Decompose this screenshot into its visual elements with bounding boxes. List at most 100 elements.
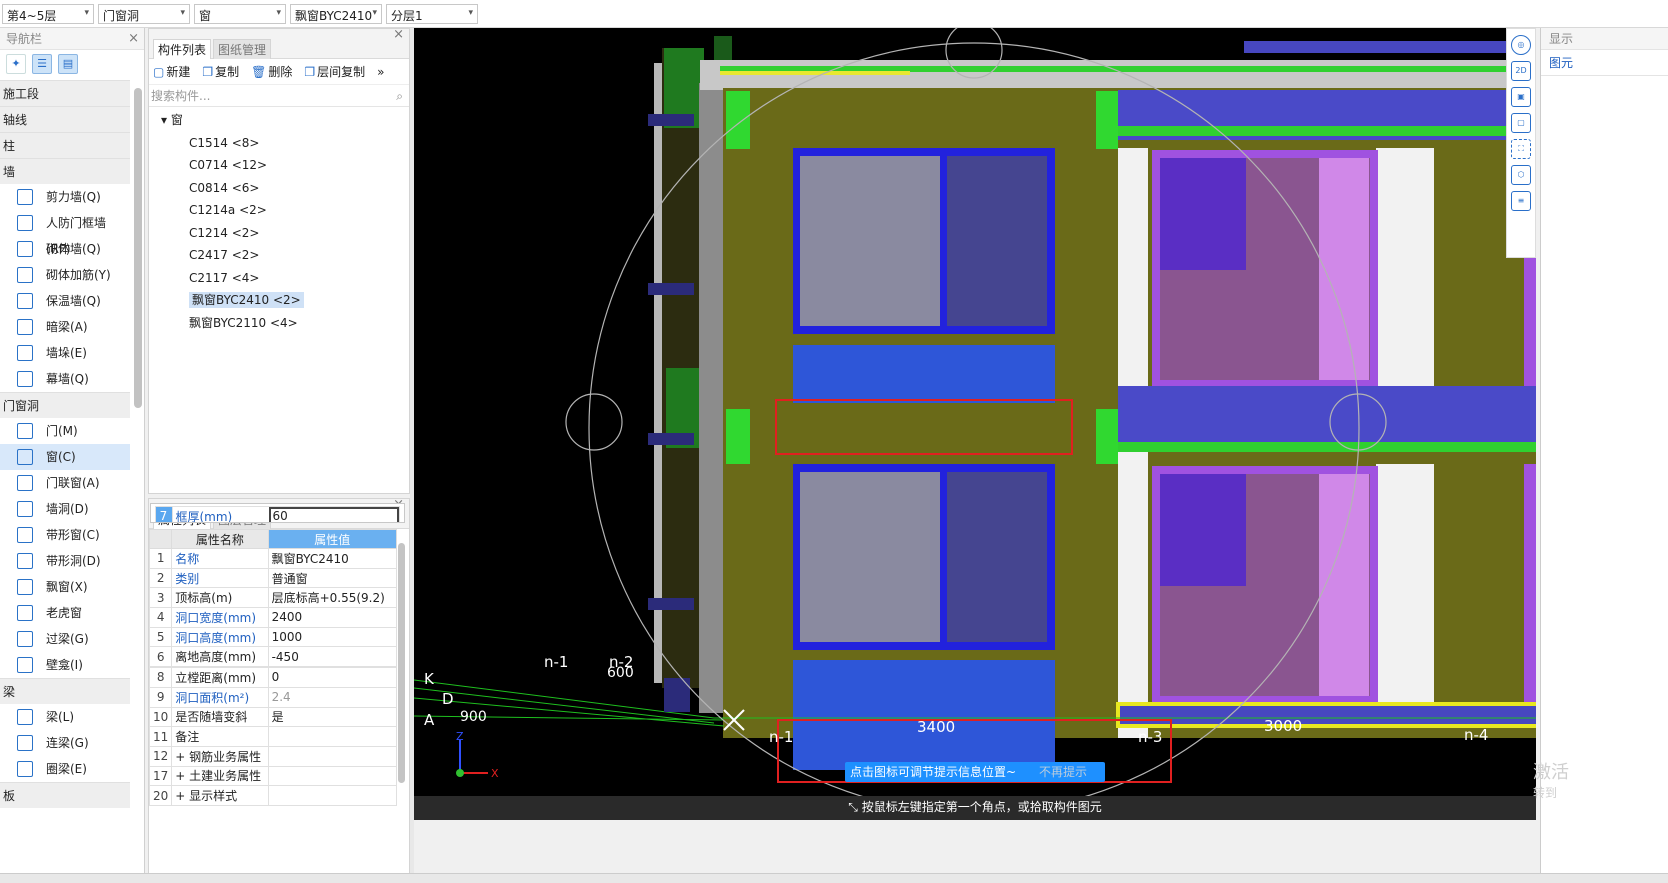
property-row[interactable]: 20 + 显示样式	[149, 785, 398, 806]
nav-item-wall[interactable]: 墙垛(E)	[0, 340, 130, 366]
nav-group[interactable]: 门窗洞	[0, 392, 130, 418]
delete-button[interactable]: 🗑 删除	[251, 59, 292, 84]
category-select[interactable]: 门窗洞 ▾	[98, 4, 190, 24]
nav-item-opening[interactable]: 飘窗(X)	[0, 574, 130, 600]
nav-item-wall[interactable]: 砌体加筋(Y)	[0, 262, 130, 288]
property-row[interactable]: 12 + 钢筋业务属性	[149, 745, 398, 767]
nav-item-opening[interactable]: 门(M)	[0, 418, 130, 444]
tree-item[interactable]: C2117 <4>	[149, 267, 409, 290]
nav-item-beam[interactable]: 梁(L)	[0, 704, 130, 730]
wall-type-icon	[17, 371, 33, 387]
tree-item[interactable]: 飘窗BYC2410 <2>	[149, 289, 409, 312]
tree-item[interactable]: 飘窗BYC2110 <4>	[149, 312, 409, 335]
tab-component-list[interactable]: 构件列表	[153, 39, 212, 59]
property-value[interactable]: 普通窗	[267, 567, 398, 589]
display-settings-icon[interactable]: ≡	[1511, 191, 1531, 211]
tab-elements[interactable]: 图元	[1541, 50, 1668, 76]
nav-item-beam[interactable]: 圈梁(E)	[0, 756, 130, 782]
property-value[interactable]: 60	[268, 506, 400, 522]
property-value[interactable]: 1000	[267, 626, 398, 648]
tree-item[interactable]: C0814 <6>	[149, 177, 409, 200]
nav-group[interactable]: 梁	[0, 678, 130, 704]
nav-item-wall[interactable]: 暗梁(A)	[0, 314, 130, 340]
nav-group[interactable]: 板	[0, 782, 130, 808]
property-row[interactable]: 8 立樘距离(mm) 0	[149, 667, 398, 688]
component-select[interactable]: 飘窗BYC2410 ▾	[290, 4, 382, 24]
component-search-input[interactable]: 搜索构件... ⌕	[149, 85, 409, 107]
layer-select[interactable]: 分层1 ▾	[386, 4, 478, 24]
property-row[interactable]: 4 洞口宽度(mm) 2400	[149, 607, 398, 628]
property-value[interactable]	[267, 765, 398, 787]
detail-view-icon[interactable]: ▤	[58, 54, 78, 74]
chevron-down-icon: ▾	[180, 8, 185, 18]
tree-root-window[interactable]: ▾ 窗	[149, 109, 409, 132]
type-select[interactable]: 窗 ▾	[194, 4, 286, 24]
search-icon[interactable]: ⌕	[396, 85, 403, 107]
floor-copy-button[interactable]: ❐ 层间复制	[304, 59, 365, 84]
nav-item-wall[interactable]: 剪力墙(Q)	[0, 184, 130, 210]
pin-icon[interactable]: ✦	[6, 54, 26, 74]
nav-item-opening[interactable]: 窗(C)	[0, 444, 130, 470]
copy-button[interactable]: ❐ 复制	[202, 59, 239, 84]
new-button[interactable]: ▢ 新建	[153, 59, 190, 84]
nav-item-opening[interactable]: 墙洞(D)	[0, 496, 130, 522]
floor-select[interactable]: 第4~5层 ▾	[2, 4, 94, 24]
more-button[interactable]: »	[377, 59, 384, 84]
property-value[interactable]: 是	[267, 706, 398, 728]
rotate-view-icon[interactable]: ◎	[1511, 35, 1531, 55]
property-value[interactable]: 0	[267, 667, 398, 688]
property-value[interactable]: 2.4	[267, 686, 398, 708]
nav-item-opening[interactable]: 门联窗(A)	[0, 470, 130, 496]
list-view-icon[interactable]: ☰	[32, 54, 52, 74]
fit-view-icon[interactable]: ⛶	[1511, 139, 1531, 159]
2d-view-icon[interactable]: 2D	[1511, 61, 1531, 81]
close-icon[interactable]: ×	[393, 27, 404, 42]
nav-item-opening[interactable]: 带形洞(D)	[0, 548, 130, 574]
property-row[interactable]: 7 框厚(mm) 60	[149, 503, 405, 523]
property-value[interactable]	[267, 785, 398, 806]
close-icon[interactable]: ×	[128, 28, 139, 50]
property-row[interactable]: 9 洞口面积(m²) 2.4	[149, 686, 398, 708]
cube-view-icon[interactable]: ▢	[1511, 113, 1531, 133]
nav-scrollbar[interactable]	[134, 88, 142, 408]
3d-view-icon[interactable]: ▣	[1511, 87, 1531, 107]
dont-show-again-link[interactable]: 不再提示	[1039, 762, 1087, 782]
property-value[interactable]: 2400	[267, 607, 398, 628]
property-value[interactable]: 飘窗BYC2410	[267, 548, 398, 569]
orbit-handle-left[interactable]	[565, 393, 623, 451]
nav-group[interactable]: 施工段	[0, 80, 130, 106]
property-row[interactable]: 11 备注	[149, 726, 398, 747]
property-value[interactable]: 层底标高+0.55(9.2)	[267, 587, 398, 609]
tab-drawing-manage[interactable]: 图纸管理	[213, 39, 272, 59]
nav-item-wall[interactable]: 幕墙(Q)	[0, 366, 130, 392]
tree-item[interactable]: C1214a <2>	[149, 199, 409, 222]
nav-item-opening[interactable]: 壁龛(I)	[0, 652, 130, 678]
property-row[interactable]: 6 离地高度(mm) -450	[149, 646, 398, 668]
component-view-icon[interactable]: ⬡	[1511, 165, 1531, 185]
nav-group[interactable]: 柱	[0, 132, 130, 158]
property-row[interactable]: 1 名称 飘窗BYC2410	[149, 548, 398, 569]
property-row[interactable]: 10 是否随墙变斜是	[149, 706, 398, 728]
nav-item-wall[interactable]: 人防门框墙(RF)	[0, 210, 130, 256]
3d-viewport[interactable]: n-1 n-2 600 n-1 3400 n-3 3000 n-4 K D A …	[414, 28, 1536, 820]
property-value[interactable]: -450	[267, 646, 398, 668]
nav-item-opening[interactable]: 老虎窗	[0, 600, 130, 626]
property-row[interactable]: 17 + 土建业务属性	[149, 765, 398, 787]
tree-item[interactable]: C0714 <12>	[149, 154, 409, 177]
property-value[interactable]	[267, 726, 398, 747]
property-row[interactable]: 3 顶标高(m) 层底标高+0.55(9.2)	[149, 587, 398, 609]
nav-group[interactable]: 墙	[0, 158, 130, 184]
nav-item-beam[interactable]: 连梁(G)	[0, 730, 130, 756]
nav-item-opening[interactable]: 过梁(G)	[0, 626, 130, 652]
tree-item[interactable]: C1514 <8>	[149, 132, 409, 155]
nav-item-opening[interactable]: 带形窗(C)	[0, 522, 130, 548]
tree-item[interactable]: C2417 <2>	[149, 244, 409, 267]
tree-item[interactable]: C1214 <2>	[149, 222, 409, 245]
properties-scrollbar[interactable]	[398, 543, 405, 783]
nav-item-wall[interactable]: 保温墙(Q)	[0, 288, 130, 314]
property-row[interactable]: 5 洞口高度(mm) 1000	[149, 626, 398, 648]
property-value[interactable]	[267, 745, 398, 767]
nav-item-wall[interactable]: 砌体墙(Q)	[0, 236, 130, 262]
property-row[interactable]: 2 类别 普通窗	[149, 567, 398, 589]
nav-group[interactable]: 轴线	[0, 106, 130, 132]
